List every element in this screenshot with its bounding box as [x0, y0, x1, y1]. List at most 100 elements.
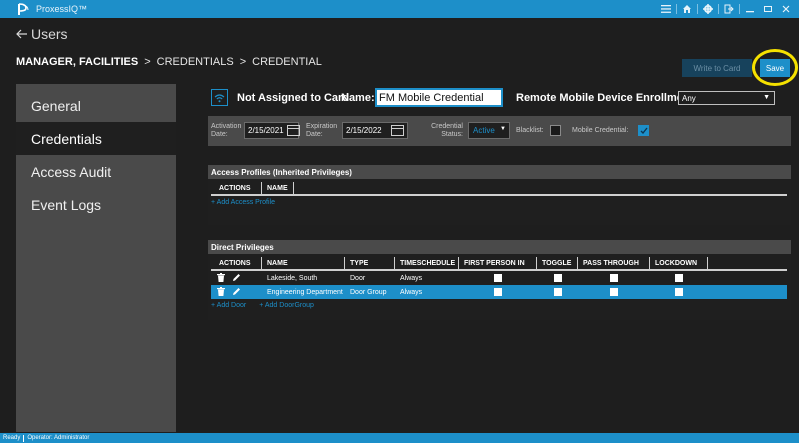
- add-links: + Add Door + Add DoorGroup: [208, 302, 791, 309]
- column-header-pass-through: PASS THROUGH: [578, 257, 650, 269]
- sidebar-item-credentials[interactable]: Credentials: [16, 122, 176, 155]
- sidebar-item-general[interactable]: General: [16, 89, 176, 122]
- name-label: Name:: [341, 92, 375, 104]
- row-type: Door Group: [350, 288, 387, 296]
- sidebar-item-label: General: [31, 97, 81, 114]
- remote-enrollment-label: Remote Mobile Device Enrollment: [516, 92, 694, 104]
- logout-icon[interactable]: [720, 0, 738, 18]
- home-icon[interactable]: [678, 0, 696, 18]
- row-name: Engineering Department: [267, 288, 343, 296]
- breadcrumb-credential: CREDENTIAL: [252, 56, 322, 68]
- column-header-name: NAME: [262, 182, 294, 194]
- table-row[interactable]: Lakeside, South Door Always: [211, 271, 787, 285]
- direct-privileges-title: Direct Privileges: [208, 240, 791, 254]
- trash-icon[interactable]: [217, 272, 225, 284]
- title-separator: [676, 4, 677, 14]
- checkmark-icon: [640, 127, 648, 134]
- lockdown-checkbox[interactable]: [675, 288, 683, 296]
- mobile-credential-label: Mobile Credential:: [572, 127, 629, 134]
- sidebar-item-label: Event Logs: [31, 196, 102, 213]
- activation-date-input[interactable]: 2/15/2021: [244, 122, 300, 139]
- column-header-toggle: TOGGLE: [537, 257, 578, 269]
- expiration-date-value: 2/15/2022: [346, 126, 382, 135]
- add-doorgroup-link[interactable]: + Add DoorGroup: [259, 302, 314, 309]
- pointer-arrow: [0, 3, 10, 15]
- table-row[interactable]: Engineering Department Door Group Always: [211, 285, 787, 299]
- expiration-date-label: Expiration Date:: [306, 123, 338, 138]
- status-text: Ready: [3, 435, 21, 441]
- access-profiles-panel: Access Profiles (Inherited Privileges) A…: [208, 165, 791, 225]
- calendar-icon[interactable]: [287, 125, 300, 136]
- trash-icon[interactable]: [217, 286, 225, 298]
- sidebar: General Credentials Access Audit Event L…: [16, 84, 176, 432]
- row-schedule: Always: [400, 274, 423, 282]
- pencil-icon[interactable]: [232, 287, 241, 298]
- first-person-in-checkbox[interactable]: [494, 274, 502, 282]
- first-person-in-checkbox[interactable]: [494, 288, 502, 296]
- activation-date-value: 2/15/2021: [248, 126, 284, 135]
- sidebar-item-label: Access Audit: [31, 163, 112, 180]
- pencil-icon[interactable]: [232, 273, 241, 284]
- app-logo-icon: [14, 0, 32, 18]
- credential-status-label: Credential Status:: [431, 123, 463, 138]
- credential-name-input[interactable]: FM Mobile Credential: [375, 88, 503, 107]
- add-access-profile-label: + Add Access Profile: [211, 199, 276, 206]
- lockdown-checkbox[interactable]: [675, 274, 683, 282]
- back-arrow-icon: [16, 26, 28, 42]
- column-header-actions: ACTIONS: [211, 182, 262, 194]
- app-title: ProxessIQ™: [36, 4, 88, 14]
- settings-icon[interactable]: [699, 0, 717, 18]
- column-header-lockdown: LOCKDOWN: [650, 257, 708, 269]
- add-access-profile-link[interactable]: + Add Access Profile: [208, 199, 791, 206]
- sidebar-item-event-logs[interactable]: Event Logs: [16, 188, 176, 221]
- back-link[interactable]: Users: [16, 26, 68, 42]
- column-header-name: NAME: [262, 257, 345, 269]
- remote-enrollment-select[interactable]: Any ▼: [678, 91, 775, 105]
- minimize-icon[interactable]: [741, 0, 759, 18]
- save-highlight-ring: [752, 49, 798, 86]
- calendar-icon[interactable]: [391, 125, 404, 136]
- row-type: Door: [350, 274, 366, 282]
- status-bar: Ready Operator: Administrator: [0, 433, 799, 443]
- credential-status-value: Active: [473, 126, 495, 135]
- breadcrumb-user[interactable]: MANAGER, FACILITIES: [16, 56, 138, 68]
- write-to-card-button[interactable]: Write to Card: [682, 59, 752, 77]
- back-label: Users: [31, 26, 68, 42]
- access-profiles-header: ACTIONS NAME: [211, 182, 787, 196]
- close-icon[interactable]: [777, 0, 795, 18]
- credential-fields-row: Activation Date: 2/15/2021 Expiration Da…: [208, 116, 791, 146]
- expiration-date-input[interactable]: 2/15/2022: [342, 122, 408, 139]
- add-door-link[interactable]: + Add Door: [211, 302, 246, 309]
- row-name: Lakeside, South: [267, 274, 318, 282]
- status-separator: [23, 434, 25, 442]
- direct-privileges-panel: Direct Privileges ACTIONS NAME TYPE TIME…: [208, 240, 791, 320]
- menu-icon[interactable]: [657, 0, 675, 18]
- window-controls: [657, 0, 795, 18]
- blacklist-label: Blacklist:: [516, 127, 544, 134]
- sidebar-item-access-audit[interactable]: Access Audit: [16, 155, 176, 188]
- pass-through-checkbox[interactable]: [610, 288, 618, 296]
- remote-enrollment-value: Any: [682, 93, 696, 103]
- column-header-actions: ACTIONS: [211, 257, 262, 269]
- credential-status-select[interactable]: Active ▼: [468, 122, 510, 139]
- mobile-credential-checkbox[interactable]: [638, 125, 649, 136]
- breadcrumb: MANAGER, FACILITIES > CREDENTIALS > CRED…: [16, 56, 322, 68]
- operator-text: Operator: Administrator: [27, 435, 90, 441]
- toggle-checkbox[interactable]: [553, 288, 562, 296]
- chevron-down-icon: ▼: [763, 94, 770, 101]
- sidebar-item-label: Credentials: [31, 130, 102, 147]
- blacklist-checkbox[interactable]: [550, 125, 561, 136]
- activation-date-label: Activation Date:: [211, 123, 242, 138]
- access-profiles-title: Access Profiles (Inherited Privileges): [208, 165, 791, 179]
- breadcrumb-separator: >: [144, 56, 151, 68]
- title-separator: [739, 4, 740, 14]
- breadcrumb-credentials[interactable]: CREDENTIALS: [157, 56, 234, 68]
- maximize-icon[interactable]: [759, 0, 777, 18]
- row-schedule: Always: [400, 288, 423, 296]
- wifi-icon[interactable]: [211, 89, 228, 106]
- pass-through-checkbox[interactable]: [610, 274, 618, 282]
- toggle-checkbox[interactable]: [553, 274, 562, 282]
- chevron-down-icon: ▼: [500, 126, 506, 132]
- title-separator: [697, 4, 698, 14]
- credential-header-row: Not Assigned to Card Name: FM Mobile Cre…: [208, 84, 791, 112]
